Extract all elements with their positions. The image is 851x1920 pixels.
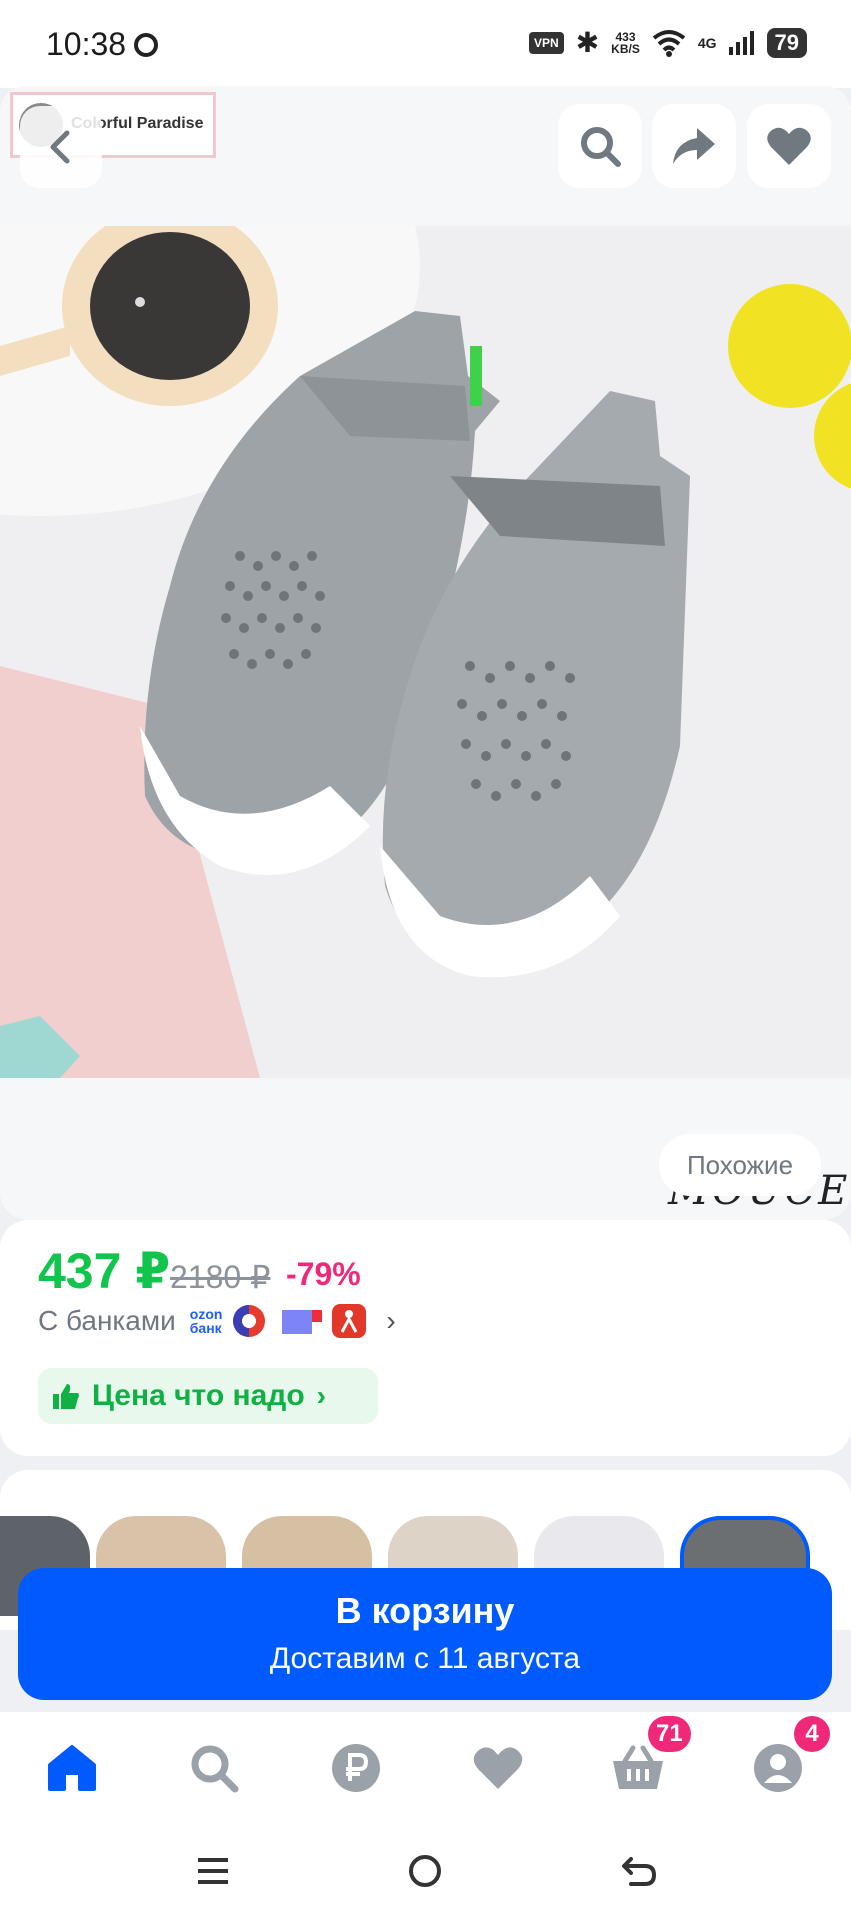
back-icon [50,130,70,164]
heart-icon [473,1747,523,1789]
price-card: 437 ₽ 2180 ₽ -79% С банками ozon банк › … [0,1220,851,1456]
wifi-icon [652,29,686,57]
nav-favorites[interactable] [468,1738,528,1798]
signal-icon [728,30,754,55]
circle-home-icon [409,1855,441,1887]
network-type: 4G [697,34,717,51]
product-image[interactable] [0,226,851,1078]
old-price: 2180 ₽ [170,1259,271,1295]
vpn-indicator: VPN [529,31,564,54]
profile-icon [754,1744,802,1792]
cart-count-badge: 71 [648,1716,691,1752]
status-time: 10:38 [46,26,127,62]
home-icon [48,1745,96,1791]
ozon-bank-logo: ozon банк [190,1307,223,1335]
favorite-button[interactable] [747,104,831,188]
home-system-button[interactable] [400,1846,450,1896]
nav-search[interactable] [184,1738,244,1798]
return-icon [622,1857,657,1886]
battery-indicator: 79 [766,27,807,58]
back-system-button[interactable] [614,1846,664,1896]
bank-icon-2 [282,1310,323,1334]
share-icon [673,128,715,164]
bottom-navigation: 71 4 [0,1712,851,1822]
basket-icon [613,1745,663,1789]
nav-finance[interactable] [326,1738,386,1798]
status-indicators: VPN ✱ 433 KB/S 4G 79 [529,26,807,59]
back-button[interactable] [20,106,102,188]
nav-home[interactable] [42,1738,102,1798]
search-icon [581,127,621,167]
heart-icon [767,127,811,165]
search-icon [191,1745,239,1793]
promo-badge[interactable]: Цена что надо › [38,1368,378,1424]
current-price: 437 ₽ [38,1243,171,1299]
chevron-right-icon: › [386,1305,396,1336]
system-navigation [0,1822,851,1920]
message-icon [134,33,158,57]
bluetooth-icon: ✱ [575,27,600,58]
bank-offers[interactable]: С банками ozon банк › [38,1304,396,1338]
bank-icon-3 [332,1304,367,1338]
discount-badge: -79% [286,1256,361,1292]
add-to-cart-label: В корзину [335,1590,515,1631]
menu-icon [198,1858,228,1884]
network-speed: 433 KB/S [611,31,640,55]
promo-label: Цена что надо [92,1379,305,1412]
speed-unit: KB/S [611,41,640,56]
banks-label: С банками [38,1305,176,1336]
recent-apps-button[interactable] [188,1846,238,1896]
search-button[interactable] [558,104,642,188]
add-to-cart-button[interactable]: В корзину Доставим с 11 августа [18,1568,832,1700]
profile-notification-badge: 4 [794,1716,830,1752]
similar-button[interactable]: Похожие [659,1134,821,1196]
status-bar: 10:38 VPN ✱ 433 KB/S 4G 79 [0,0,851,88]
ozon-bank-bottom: банк [189,1320,222,1336]
product-page: 10:38 VPN ✱ 433 KB/S 4G 79 Colorful Para… [0,0,851,1920]
share-button[interactable] [652,104,736,188]
ruble-icon [332,1744,380,1792]
chevron-right-icon: › [316,1380,326,1411]
bank-icon-1 [233,1305,266,1337]
product-photo [0,226,851,1078]
product-header: Colorful Paradise [0,86,851,226]
thumbs-up-icon [53,1384,79,1409]
delivery-date: Доставим с 11 августа [269,1642,581,1675]
